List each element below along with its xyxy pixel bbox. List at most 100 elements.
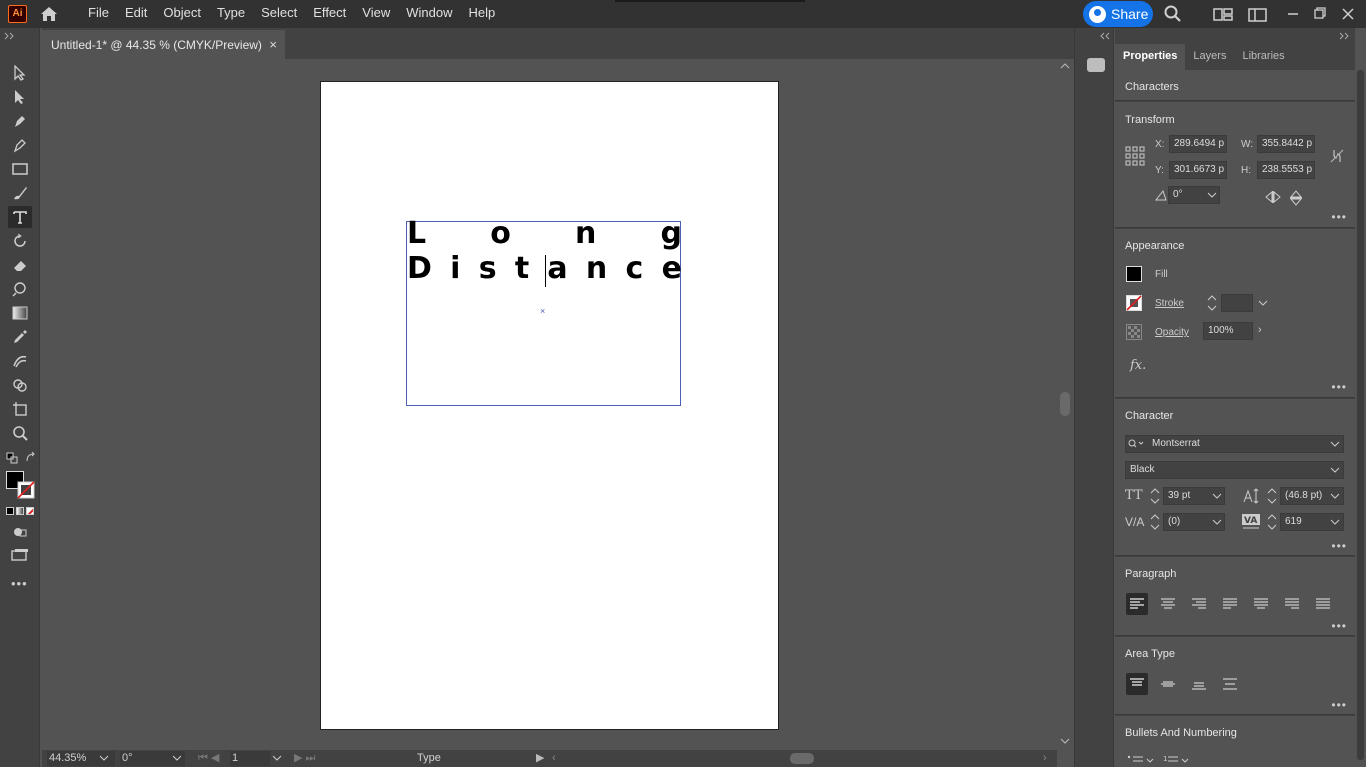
opacity-expand-icon[interactable]: ›	[1258, 324, 1262, 336]
edit-toolbar-icon[interactable]: •••	[11, 576, 28, 591]
bullets-numbering-icons[interactable]: 1	[1127, 753, 1197, 765]
stroke-color-swatch[interactable]	[1126, 295, 1142, 311]
menu-window[interactable]: Window	[398, 0, 460, 28]
restore-icon[interactable]	[1312, 4, 1328, 24]
font-size-dropdown-icon[interactable]	[1212, 493, 1222, 500]
stroke-weight-field[interactable]	[1221, 294, 1253, 312]
justify-right-button[interactable]	[1281, 593, 1303, 615]
align-center-button[interactable]	[1157, 593, 1179, 615]
fill-color-swatch[interactable]	[1126, 266, 1142, 282]
search-icon[interactable]	[1163, 4, 1183, 24]
drawing-modes-icon[interactable]	[12, 525, 28, 539]
appearance-more-icon[interactable]: •••	[1331, 380, 1347, 394]
font-style-field[interactable]: Black	[1125, 461, 1344, 479]
properties-scrollbar[interactable]	[1355, 70, 1366, 767]
share-button[interactable]: Share	[1083, 1, 1153, 27]
artboard-dropdown-icon[interactable]	[272, 755, 282, 762]
kerning-stepper-icon[interactable]	[1150, 513, 1160, 531]
font-search-icon[interactable]	[1128, 439, 1146, 449]
effects-icon[interactable]: fx.	[1130, 358, 1146, 373]
flip-vertical-icon[interactable]	[1289, 190, 1303, 206]
vertical-scroll-thumb[interactable]	[1060, 392, 1070, 416]
shape-builder-tool[interactable]	[8, 374, 32, 396]
h-field[interactable]: 238.5553 p	[1257, 161, 1315, 179]
w-field[interactable]: 355.8442 p	[1257, 135, 1315, 153]
font-style-dropdown-icon[interactable]	[1330, 467, 1340, 474]
collapse-arrows-icon[interactable]	[4, 32, 16, 40]
align-top-button[interactable]	[1126, 673, 1148, 695]
font-family-dropdown-icon[interactable]	[1330, 441, 1340, 448]
justify-left-button[interactable]	[1219, 593, 1241, 615]
menu-select[interactable]: Select	[253, 0, 305, 28]
opacity-label[interactable]: Opacity	[1155, 327, 1189, 338]
paintbrush-tool[interactable]	[8, 182, 32, 204]
menu-type[interactable]: Type	[209, 0, 253, 28]
align-left-button[interactable]	[1126, 593, 1148, 615]
scroll-left-icon[interactable]: ‹	[552, 751, 562, 766]
eyedropper-tool[interactable]	[8, 326, 32, 348]
vertical-scrollbar[interactable]	[1057, 59, 1073, 750]
stroke-stepper-icon[interactable]	[1207, 293, 1217, 313]
font-size-stepper-icon[interactable]	[1150, 487, 1160, 505]
artboard-nav-prev[interactable]: ⏮◀	[198, 751, 228, 766]
menu-view[interactable]: View	[354, 0, 398, 28]
type-tool[interactable]	[8, 206, 32, 228]
curvature-tool[interactable]	[8, 134, 32, 156]
panel-collapse-icon[interactable]	[1339, 32, 1351, 40]
home-icon[interactable]	[38, 4, 60, 24]
align-right-button[interactable]	[1188, 593, 1210, 615]
artboard-tool[interactable]	[8, 398, 32, 420]
rotate-dropdown-icon[interactable]	[172, 755, 182, 762]
stroke-swatch[interactable]	[17, 481, 35, 499]
stroke-dropdown-icon[interactable]	[1258, 300, 1268, 307]
opacity-field[interactable]: 100%	[1203, 322, 1253, 340]
flip-horizontal-icon[interactable]	[1265, 190, 1281, 204]
zoom-tool[interactable]	[8, 422, 32, 444]
align-middle-button[interactable]	[1157, 673, 1179, 695]
constrain-proportions-icon[interactable]	[1329, 148, 1345, 164]
align-bottom-button[interactable]	[1188, 673, 1210, 695]
scroll-up-icon[interactable]	[1060, 62, 1070, 70]
artboard-number-field[interactable]: 1	[230, 751, 270, 766]
menu-file[interactable]: File	[80, 0, 117, 28]
y-field[interactable]: 301.6673 p	[1169, 161, 1227, 179]
reference-point-icon[interactable]	[1125, 146, 1145, 166]
rectangle-tool[interactable]	[8, 158, 32, 180]
tracking-dropdown-icon[interactable]	[1330, 519, 1340, 526]
area-type-more-icon[interactable]: •••	[1331, 698, 1347, 712]
document-tab[interactable]: Untitled-1* @ 44.35 % (CMYK/Preview) ×	[42, 30, 285, 59]
workspace-switcher-icon[interactable]	[1248, 4, 1268, 24]
default-colors-icon[interactable]	[6, 452, 18, 464]
blend-tool[interactable]	[8, 350, 32, 372]
horizontal-scroll-thumb[interactable]	[790, 753, 814, 764]
direct-selection-tool[interactable]	[8, 86, 32, 108]
leading-stepper-icon[interactable]	[1267, 487, 1277, 505]
expand-arrows-icon[interactable]	[1099, 32, 1111, 40]
menu-object[interactable]: Object	[155, 0, 209, 28]
canvas[interactable]: L o n g D i s t a n c e ×	[42, 59, 1057, 750]
close-window-icon[interactable]	[1340, 4, 1356, 24]
gradient-tool[interactable]	[8, 302, 32, 324]
justify-all-button[interactable]	[1312, 593, 1334, 615]
menu-edit[interactable]: Edit	[117, 0, 155, 28]
area-text-frame[interactable]: L o n g D i s t a n c e ×	[406, 219, 682, 406]
scroll-right-icon[interactable]: ›	[1043, 751, 1053, 766]
zoom-dropdown-icon[interactable]	[99, 755, 109, 762]
comments-icon[interactable]	[1087, 58, 1105, 72]
pen-tool[interactable]	[8, 110, 32, 132]
color-mode-buttons[interactable]	[6, 507, 36, 515]
menu-effect[interactable]: Effect	[305, 0, 354, 28]
rotate-tool[interactable]	[8, 230, 32, 252]
tab-properties[interactable]: Properties	[1115, 44, 1186, 70]
justify-vertical-button[interactable]	[1219, 673, 1241, 695]
eraser-tool[interactable]	[8, 254, 32, 276]
paragraph-more-icon[interactable]: •••	[1331, 619, 1347, 633]
tab-layers[interactable]: Layers	[1185, 50, 1234, 70]
x-field[interactable]: 289.6494 p	[1169, 135, 1227, 153]
minimize-icon[interactable]	[1285, 4, 1301, 24]
font-family-field[interactable]: Montserrat	[1125, 435, 1344, 453]
scroll-down-icon[interactable]	[1060, 737, 1070, 745]
kerning-dropdown-icon[interactable]	[1212, 519, 1222, 526]
selection-tool[interactable]	[8, 62, 32, 84]
properties-scroll-thumb[interactable]	[1357, 70, 1364, 760]
